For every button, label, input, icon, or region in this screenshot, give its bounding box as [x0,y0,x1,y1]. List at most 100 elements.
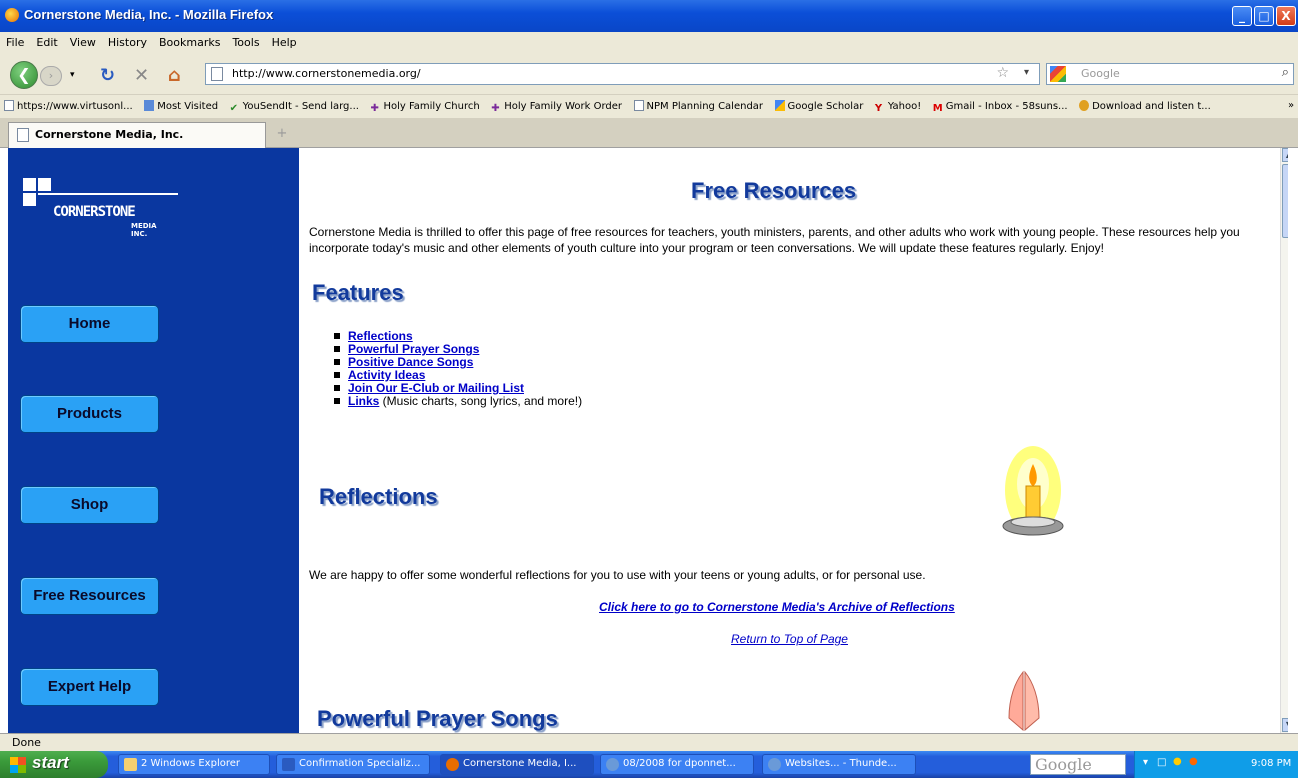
download-icon [1079,100,1090,111]
url-text: http://www.cornerstonemedia.org/ [232,67,421,80]
page-scrollbar[interactable]: ▲ ▼ [1280,148,1288,733]
bookmark-item[interactable]: Y Yahoo! [871,96,925,114]
holy-family-icon: ✚ [491,103,500,114]
home-icon[interactable]: ⌂ [168,65,181,86]
new-tab-button[interactable]: + [270,126,294,146]
feature-link[interactable]: Reflections [348,329,413,343]
cornerstone-logo[interactable]: CORNERSTONE MEDIA INC. [23,178,178,238]
page-icon [4,100,14,111]
search-icon[interactable]: ⌕ [1282,65,1289,80]
logo-square [23,193,36,206]
bookmark-item[interactable]: M Gmail - Inbox - 58suns... [929,96,1072,114]
search-placeholder: Google [1081,67,1120,80]
tab-bar: Cornerstone Media, Inc. + [0,118,1298,148]
bookmarks-overflow-icon[interactable]: » [1284,95,1298,111]
tray-icon[interactable]: ▾ [1143,757,1148,768]
system-tray: ▾ □ ● ● 9:08 PM [1134,751,1298,778]
nav-free-resources-button[interactable]: Free Resources [20,577,159,615]
scroll-down-icon[interactable]: ▼ [1282,718,1288,732]
window-title-bar[interactable]: Cornerstone Media, Inc. - Mozilla Firefo… [0,0,1298,32]
nav-expert-help-button[interactable]: Expert Help [20,668,159,706]
bookmark-item[interactable]: NPM Planning Calendar [630,95,768,112]
bookmark-item[interactable]: ✔ YouSendIt - Send larg... [226,96,363,114]
logo-wordmark: CORNERSTONE [53,204,136,220]
folder-icon [144,100,155,111]
menu-bar: File Edit View History Bookmarks Tools Help [0,32,1298,54]
bookmark-item[interactable]: Download and listen t... [1075,95,1215,112]
thunderbird-icon [606,758,619,771]
logo-subtitle: MEDIA INC. [131,222,157,238]
page-title: Free Resources [691,178,857,203]
firefox-icon [446,758,459,771]
menu-tools[interactable]: Tools [226,32,265,49]
close-button[interactable]: X [1276,6,1296,26]
page-content: CORNERSTONE MEDIA INC. Home Products Sho… [8,148,1288,733]
taskbar-item[interactable]: Confirmation Specializ... [276,754,430,775]
bookmark-item[interactable]: https://www.virtusonl... [0,95,137,112]
nav-products-button[interactable]: Products [20,395,159,433]
history-dropdown-icon[interactable]: ▾ [70,70,75,80]
scroll-up-icon[interactable]: ▲ [1282,148,1288,162]
tab-label: Cornerstone Media, Inc. [35,128,184,141]
url-dropdown-icon[interactable]: ▾ [1024,67,1029,78]
bookmarks-toolbar: https://www.virtusonl... Most Visited ✔ Y… [0,94,1298,118]
status-bar: Done [0,733,1298,751]
reflections-paragraph: We are happy to offer some wonderful ref… [309,568,926,582]
bookmark-item[interactable]: ✚ Holy Family Work Order [487,96,626,114]
search-bar[interactable]: Google ⌕ [1046,63,1294,85]
back-button[interactable]: ❮ [10,61,38,89]
word-icon [282,758,295,771]
google-desktop-search[interactable]: Google [1030,754,1126,775]
url-bar[interactable]: http://www.cornerstonemedia.org/ ☆ ▾ [205,63,1040,85]
reload-icon[interactable]: ↻ [100,65,115,86]
menu-view[interactable]: View [64,32,102,49]
folder-icon [124,758,137,771]
tray-icon[interactable]: ● [1189,756,1198,767]
bookmark-star-icon[interactable]: ☆ [996,65,1009,81]
praying-hands-illustration [1008,670,1040,732]
navigation-toolbar: ❮ › ▾ ↻ ✕ ⌂ http://www.cornerstonemedia.… [0,54,1298,94]
archive-link[interactable]: Click here to go to Cornerstone Media's … [599,600,955,614]
google-search-engine-icon[interactable] [1050,66,1066,82]
menu-edit[interactable]: Edit [30,32,63,49]
stop-icon[interactable]: ✕ [134,65,149,86]
menu-file[interactable]: File [0,32,30,49]
feature-link[interactable]: Join Our E-Club or Mailing List [348,381,524,395]
return-top-link[interactable]: Return to Top of Page [731,632,848,646]
taskbar-item[interactable]: Websites... - Thunde... [762,754,916,775]
feature-link[interactable]: Powerful Prayer Songs [348,342,479,356]
feature-link[interactable]: Positive Dance Songs [348,355,473,369]
tray-icon[interactable]: ● [1173,756,1182,767]
yousendit-icon: ✔ [229,103,238,114]
windows-logo-icon [10,757,26,773]
page-icon [633,100,644,111]
nav-shop-button[interactable]: Shop [20,486,159,524]
features-heading: Features [312,280,404,305]
firefox-icon [5,8,19,22]
taskbar-item[interactable]: Cornerstone Media, I... [440,754,594,775]
feature-link[interactable]: Activity Ideas [348,368,425,382]
bookmark-item[interactable]: Google Scholar [771,95,868,112]
bookmark-item[interactable]: Most Visited [140,95,222,112]
minimize-button[interactable]: _ [1232,6,1252,26]
menu-history[interactable]: History [102,32,153,49]
thunderbird-icon [768,758,781,771]
nav-home-button[interactable]: Home [20,305,159,343]
tray-icon[interactable]: □ [1157,757,1166,768]
page-icon [17,128,29,142]
tab-cornerstone[interactable]: Cornerstone Media, Inc. [8,122,266,148]
start-button[interactable]: start [0,751,108,778]
gmail-icon: M [932,103,943,114]
scroll-thumb[interactable] [1282,164,1288,238]
logo-rule [38,193,178,195]
holy-family-icon: ✚ [370,103,379,114]
restore-button[interactable]: □ [1254,6,1274,26]
bookmark-item[interactable]: ✚ Holy Family Church [366,96,483,114]
prayer-songs-heading: Powerful Prayer Songs [317,706,558,731]
menu-bookmarks[interactable]: Bookmarks [153,32,226,49]
forward-button[interactable]: › [40,66,62,86]
taskbar-item[interactable]: 2 Windows Explorer [118,754,270,775]
feature-link[interactable]: Links [348,394,379,408]
taskbar-item[interactable]: 08/2008 for dponnet... [600,754,754,775]
menu-help[interactable]: Help [266,32,303,49]
